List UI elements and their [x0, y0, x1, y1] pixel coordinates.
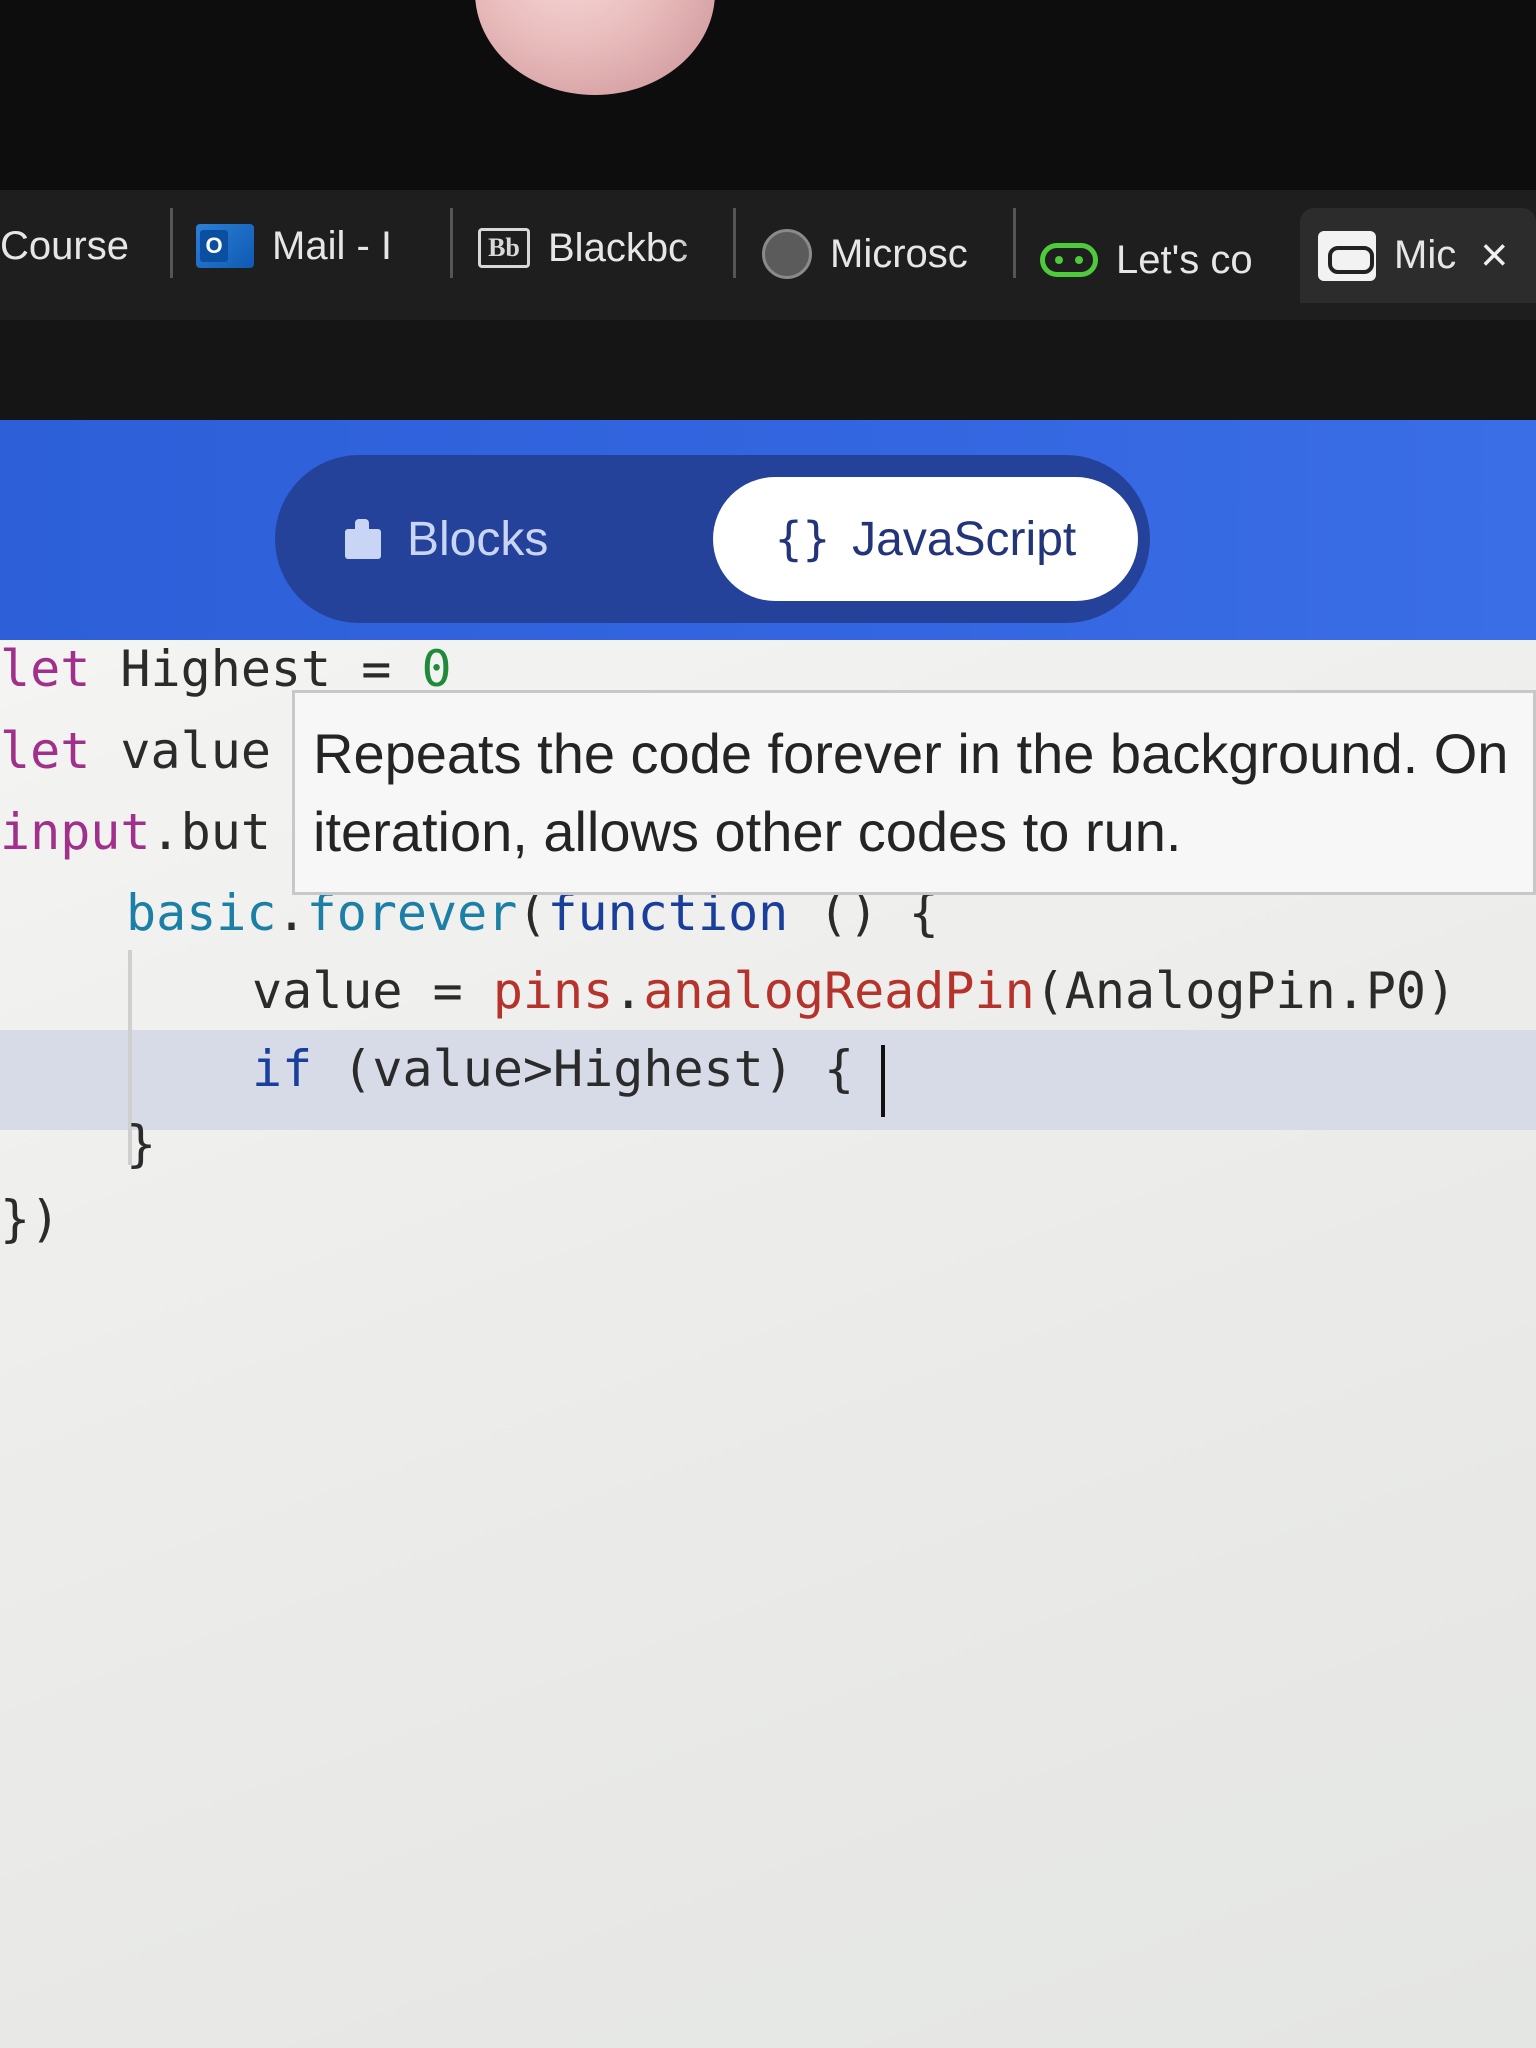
tab-microsoft[interactable]: Microsc: [762, 218, 1012, 290]
tab-course[interactable]: Course: [0, 210, 140, 282]
tab-microbit-active[interactable]: Mic ×: [1300, 208, 1536, 303]
code-line-7: }: [126, 1115, 157, 1173]
text-cursor: [881, 1045, 885, 1117]
tab-label: Course: [0, 223, 129, 268]
code-line-3: input.but: [0, 803, 271, 861]
close-icon[interactable]: ×: [1480, 228, 1508, 283]
hover-tooltip: Repeats the code forever in the backgrou…: [292, 690, 1536, 895]
tab-separator: [450, 208, 453, 278]
screen: Course Mail - I Bb Blackbc Microsc Let's…: [0, 0, 1536, 2048]
browser-toolbar: [0, 320, 1536, 420]
braces-icon: {}: [774, 512, 831, 566]
microbit-icon: [1040, 243, 1098, 277]
microbit-icon: [1318, 230, 1376, 281]
tab-label: Let's co: [1116, 237, 1253, 282]
tab-separator: [733, 208, 736, 278]
tab-lets-code[interactable]: Let's co: [1040, 224, 1290, 296]
javascript-label: JavaScript: [852, 512, 1077, 566]
blocks-toggle-button[interactable]: Blocks: [345, 477, 548, 601]
javascript-toggle-button[interactable]: {} JavaScript: [713, 477, 1138, 601]
code-line-8: }): [0, 1190, 61, 1248]
code-line-2: let value: [0, 722, 271, 780]
globe-icon: [762, 229, 812, 279]
tab-label: Blackbc: [548, 225, 689, 270]
code-line-6: if (value>Highest) {: [252, 1040, 855, 1098]
tab-label: Mail - I: [272, 223, 392, 268]
tab-separator: [1013, 208, 1016, 278]
tab-blackboard[interactable]: Bb Blackbc: [478, 212, 718, 284]
code-line-5: value = pins.analogReadPin(AnalogPin.P0): [252, 962, 1457, 1020]
blocks-label: Blocks: [407, 512, 549, 566]
tab-label: Microsc: [830, 231, 968, 276]
tooltip-line-2: iteration, allows other codes to run.: [313, 800, 1182, 863]
editor-language-toggle: Blocks {} JavaScript: [275, 455, 1150, 623]
blackboard-icon: Bb: [478, 228, 530, 268]
tab-separator: [170, 208, 173, 278]
screen-bezel: [0, 0, 1536, 190]
tab-label: Mic: [1394, 233, 1457, 277]
puzzle-piece-icon: [345, 519, 385, 559]
tab-mail[interactable]: Mail - I: [196, 210, 436, 282]
outlook-icon: [196, 224, 254, 268]
tooltip-line-1: Repeats the code forever in the backgrou…: [313, 722, 1509, 785]
